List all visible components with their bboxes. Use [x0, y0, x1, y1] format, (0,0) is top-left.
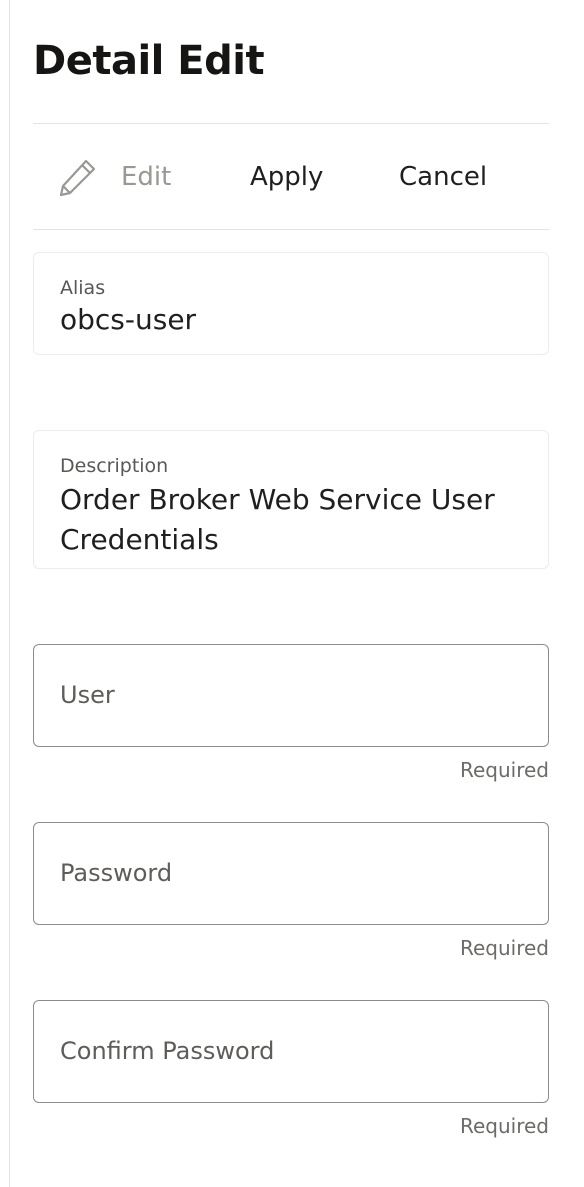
description-field: Description Order Broker Web Service Use…: [33, 430, 549, 569]
user-required-hint: Required: [459, 758, 549, 782]
description-label: Description: [60, 455, 169, 477]
description-value: Order Broker Web Service User Credential…: [60, 483, 495, 556]
toolbar-bottom-divider: [33, 229, 549, 230]
confirm-password-input[interactable]: Confirm Password: [33, 1000, 549, 1103]
alias-value: obcs-user: [60, 303, 197, 336]
alias-field: Alias obcs-user: [33, 252, 549, 355]
password-required-hint: Required: [459, 936, 549, 960]
alias-label: Alias: [60, 277, 106, 299]
confirm-password-required-hint: Required: [459, 1114, 549, 1138]
edit-button-label: Edit: [121, 162, 172, 192]
pencil-icon: [57, 156, 99, 198]
toolbar: Edit Apply Cancel: [33, 124, 549, 229]
password-input[interactable]: Password: [33, 822, 549, 925]
confirm-password-input-label: Confirm Password: [60, 1037, 275, 1065]
apply-button-label: Apply: [250, 162, 324, 192]
user-input-label: User: [60, 681, 115, 709]
apply-button[interactable]: Apply: [250, 157, 323, 197]
page-title: Detail Edit: [33, 38, 265, 84]
edit-button[interactable]: Edit: [57, 157, 171, 197]
left-divider: [9, 0, 10, 1187]
cancel-button-label: Cancel: [399, 162, 488, 192]
password-input-label: Password: [60, 859, 173, 887]
user-input[interactable]: User: [33, 644, 549, 747]
cancel-button[interactable]: Cancel: [399, 157, 487, 197]
